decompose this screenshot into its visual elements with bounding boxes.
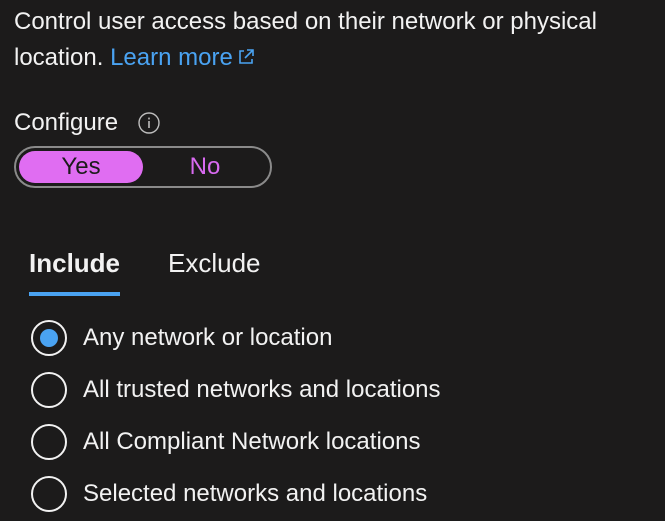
location-radio-group: Any network or location All trusted netw…	[31, 318, 441, 521]
radio-option-label: Selected networks and locations	[83, 480, 428, 507]
external-link-icon[interactable]	[237, 48, 255, 66]
learn-more-link[interactable]: Learn more	[110, 44, 233, 71]
radio-button[interactable]	[31, 424, 67, 460]
tab-exclude[interactable]: Exclude	[168, 244, 261, 296]
radio-option-trusted-networks[interactable]: All trusted networks and locations	[31, 370, 441, 410]
configure-row: Configure	[14, 106, 160, 140]
radio-option-any-network[interactable]: Any network or location	[31, 318, 441, 358]
description-text: Control user access based on their netwo…	[14, 8, 597, 71]
tab-exclude-label: Exclude	[168, 248, 261, 278]
active-tab-indicator	[29, 292, 121, 296]
radio-option-compliant-network[interactable]: All Compliant Network locations	[31, 422, 441, 462]
tab-include[interactable]: Include	[29, 244, 121, 296]
location-condition-panel: Control user access based on their netwo…	[0, 0, 665, 521]
toggle-yes-option[interactable]: Yes	[19, 151, 143, 183]
radio-button[interactable]	[31, 476, 67, 512]
configure-label: Configure	[14, 109, 119, 136]
info-icon[interactable]	[138, 112, 160, 134]
toggle-no-option[interactable]: No	[143, 151, 267, 183]
radio-option-label: All trusted networks and locations	[83, 376, 441, 403]
radio-option-label: All Compliant Network locations	[83, 428, 421, 455]
include-exclude-tabs: Include Exclude	[29, 244, 309, 296]
description-paragraph: Control user access based on their netwo…	[14, 4, 654, 76]
tab-include-label: Include	[29, 248, 121, 278]
configure-toggle: Yes No	[14, 146, 272, 188]
radio-selected-dot	[40, 329, 58, 347]
radio-button[interactable]	[31, 372, 67, 408]
radio-option-label: Any network or location	[83, 324, 333, 351]
radio-button-selected[interactable]	[31, 320, 67, 356]
radio-option-selected-networks[interactable]: Selected networks and locations	[31, 474, 441, 514]
